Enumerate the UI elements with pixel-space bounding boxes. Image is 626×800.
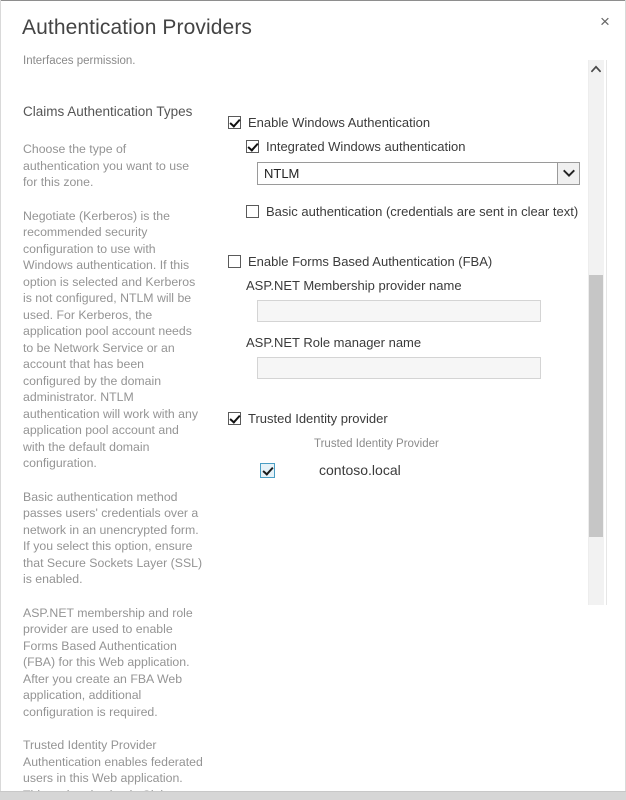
- integrated-windows-authentication-label[interactable]: Integrated Windows authentication: [266, 140, 465, 154]
- authentication-providers-dialog: Authentication Providers × Interfaces pe…: [0, 0, 626, 800]
- enable-fba-label[interactable]: Enable Forms Based Authentication (FBA): [248, 255, 492, 269]
- trusted-identity-provider-checkbox[interactable]: [228, 412, 241, 425]
- description-paragraph: Choose the type of authentication you wa…: [23, 142, 190, 189]
- provider-contoso-label[interactable]: contoso.local: [319, 462, 401, 478]
- trusted-identity-provider-label[interactable]: Trusted Identity provider: [248, 412, 388, 426]
- provider-contoso-checkbox[interactable]: [260, 462, 275, 478]
- description-paragraph: Basic authentication method passes users…: [23, 489, 203, 587]
- dialog-footer-strip: [0, 792, 626, 800]
- enable-windows-auth-row: Enable Windows Authentication: [228, 116, 580, 130]
- basic-auth-row: Basic authentication (credentials are se…: [246, 205, 580, 219]
- basic-authentication-checkbox[interactable]: [246, 205, 259, 218]
- scrollbar-right-edge: [606, 60, 607, 605]
- trusted-identity-provider-column-header: Trusted Identity Provider: [314, 438, 439, 450]
- membership-provider-label: ASP.NET Membership provider name: [246, 278, 462, 293]
- enable-windows-authentication-label[interactable]: Enable Windows Authentication: [248, 116, 430, 130]
- dialog-left-border: [0, 0, 1, 795]
- enable-windows-authentication-checkbox[interactable]: [228, 116, 241, 129]
- auth-mode-select-wrapper: NTLM: [257, 162, 580, 185]
- enable-fba-row: Enable Forms Based Authentication (FBA): [228, 255, 580, 269]
- description-paragraph: Negotiate (Kerberos) is the recommended …: [23, 208, 198, 471]
- dialog-top-border: [0, 0, 626, 1]
- description-panel: Interfaces permission. Claims Authentica…: [23, 54, 203, 800]
- membership-provider-group: ASP.NET Membership provider name: [246, 278, 580, 322]
- integrated-windows-auth-row: Integrated Windows authentication: [246, 140, 580, 154]
- role-manager-label: ASP.NET Role manager name: [246, 335, 422, 350]
- auth-mode-select[interactable]: NTLM: [257, 162, 580, 185]
- role-manager-input[interactable]: [257, 357, 541, 379]
- chevron-up-icon[interactable]: [588, 60, 604, 80]
- integrated-windows-authentication-checkbox[interactable]: [246, 140, 259, 153]
- section-heading: Claims Authentication Types: [23, 104, 193, 119]
- basic-authentication-label[interactable]: Basic authentication (credentials are se…: [266, 205, 578, 219]
- trusted-identity-provider-row: Trusted Identity provider: [228, 412, 580, 426]
- trusted-identity-provider-item: contoso.local: [260, 462, 580, 478]
- close-icon[interactable]: ×: [592, 9, 618, 35]
- lead-text: Interfaces permission.: [23, 55, 136, 67]
- membership-provider-input[interactable]: [257, 300, 541, 322]
- role-manager-group: ASP.NET Role manager name: [246, 335, 580, 379]
- vertical-scrollbar-thumb[interactable]: [589, 275, 603, 537]
- description-paragraph: ASP.NET membership and role provider are…: [23, 605, 193, 719]
- page-title: Authentication Providers: [22, 16, 253, 39]
- settings-form: Enable Windows Authentication Integrated…: [228, 116, 580, 478]
- enable-fba-checkbox[interactable]: [228, 255, 241, 268]
